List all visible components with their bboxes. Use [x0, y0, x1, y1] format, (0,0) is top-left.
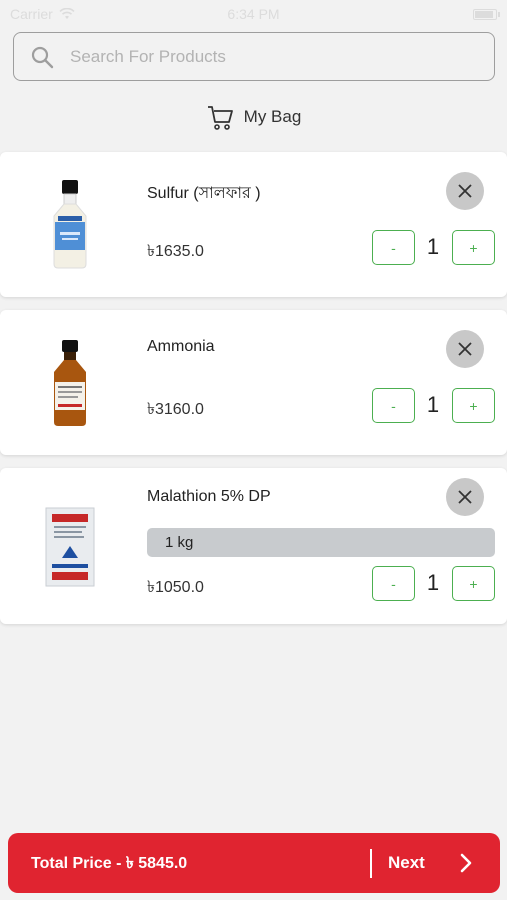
- increase-quantity-button[interactable]: +: [452, 230, 495, 265]
- chevron-right-icon[interactable]: [456, 853, 476, 873]
- product-image: [30, 496, 110, 596]
- product-name: Malathion 5% DP: [147, 488, 271, 505]
- cart-item: Malathion 5% DP 1 kg ৳1050.0 - 1 +: [0, 468, 507, 624]
- wifi-icon: [59, 8, 75, 19]
- page-title: My Bag: [243, 107, 302, 126]
- status-left: Carrier: [10, 6, 75, 22]
- quantity-value: 1: [426, 234, 440, 259]
- decrease-quantity-button[interactable]: -: [372, 230, 415, 265]
- cart-item: Sulfur (সালফার ) ৳1635.0 - 1 +: [0, 152, 507, 297]
- product-price: ৳1635.0: [147, 243, 204, 260]
- carrier-label: Carrier: [10, 6, 53, 22]
- total-price: Total Price - ৳ 5845.0: [31, 854, 188, 872]
- variant-selector[interactable]: 1 kg: [147, 528, 495, 557]
- divider: [370, 849, 372, 878]
- checkout-bar: Total Price - ৳ 5845.0 Next: [8, 833, 500, 893]
- quantity-value: 1: [426, 392, 440, 417]
- increase-quantity-button[interactable]: +: [452, 388, 495, 423]
- cart-icon: [207, 106, 233, 130]
- cart-item: Ammonia ৳3160.0 - 1 +: [0, 310, 507, 455]
- quantity-value: 1: [426, 570, 440, 595]
- close-icon: [458, 184, 472, 198]
- product-price: ৳1050.0: [147, 579, 204, 596]
- bag-header: My Bag: [0, 100, 507, 134]
- decrease-quantity-button[interactable]: -: [372, 388, 415, 423]
- remove-item-button[interactable]: [446, 330, 484, 368]
- search-icon: [31, 46, 54, 68]
- product-name: Sulfur (সালফার ): [147, 185, 261, 202]
- battery-icon: [473, 8, 500, 20]
- increase-quantity-button[interactable]: +: [452, 566, 495, 601]
- product-image: [30, 332, 110, 432]
- product-name: Ammonia: [147, 338, 215, 355]
- remove-item-button[interactable]: [446, 478, 484, 516]
- next-button[interactable]: Next: [388, 853, 425, 873]
- status-time: 6:34 PM: [227, 6, 280, 22]
- close-icon: [458, 342, 472, 356]
- product-image: [30, 174, 110, 274]
- product-price: ৳3160.0: [147, 401, 204, 418]
- close-icon: [458, 490, 472, 504]
- search-input[interactable]: [70, 46, 494, 67]
- remove-item-button[interactable]: [446, 172, 484, 210]
- status-bar: Carrier 6:34 PM: [0, 0, 507, 28]
- decrease-quantity-button[interactable]: -: [372, 566, 415, 601]
- search-box[interactable]: [13, 32, 495, 81]
